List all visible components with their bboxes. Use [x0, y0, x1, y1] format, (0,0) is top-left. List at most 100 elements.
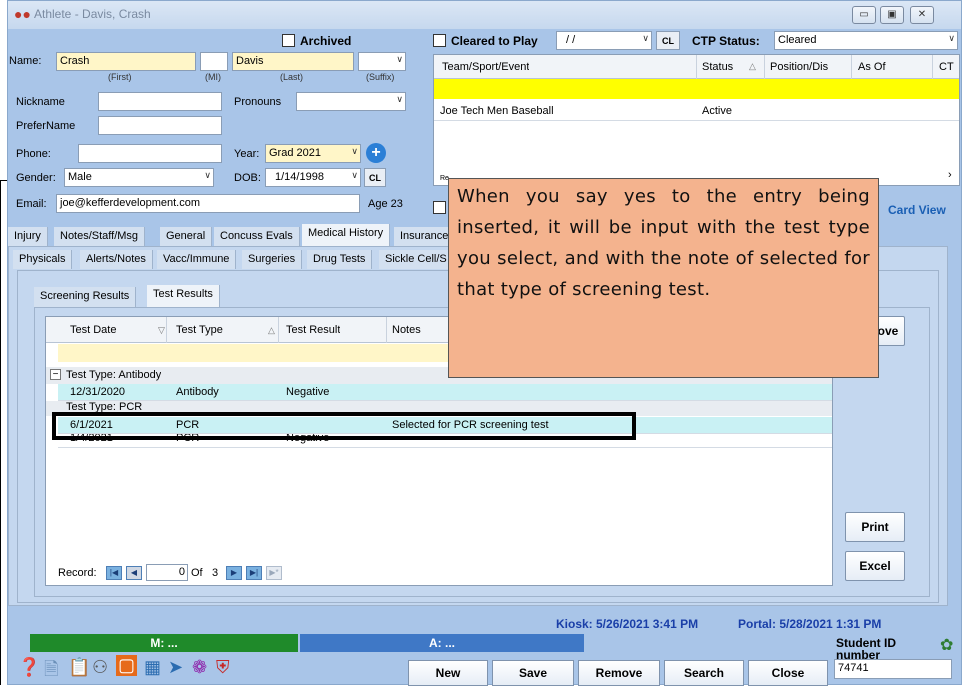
table-row[interactable]: Joe Tech Men Baseball Active [434, 101, 959, 121]
next-record-icon[interactable]: ▶ [226, 566, 242, 580]
chevron-down-icon: ∨ [948, 33, 955, 43]
last-record-icon[interactable]: ▶| [246, 566, 262, 580]
tab-concuss-evals[interactable]: Concuss Evals [214, 227, 300, 246]
close-window-button[interactable]: ✕ [910, 6, 934, 24]
nickname-field[interactable] [98, 92, 222, 111]
dob-clear-button[interactable]: CL [364, 168, 386, 187]
as-of-col-header[interactable]: As Of [858, 61, 886, 73]
col-divider [932, 55, 933, 79]
cleared-date-field[interactable]: / / ∨ [556, 31, 652, 50]
chevron-down-icon: ∨ [351, 146, 358, 156]
student-id-label: Student ID number [836, 637, 896, 659]
archived-checkbox[interactable] [282, 34, 295, 47]
tab-test-results[interactable]: Test Results [147, 285, 220, 307]
chevron-down-icon: ∨ [396, 54, 403, 64]
minimize-button[interactable]: ▭ [852, 6, 876, 24]
window-title: Athlete - Davis, Crash [34, 7, 151, 21]
calendar-icon[interactable]: ▦ [144, 657, 161, 678]
year-value: Grad 2021 [269, 147, 321, 159]
tab-injury[interactable]: Injury [8, 227, 48, 246]
pronouns-select[interactable]: ∨ [296, 92, 406, 111]
help-icon[interactable]: ❓ [18, 657, 40, 678]
email-field[interactable]: joe@kefferdevelopment.com [56, 194, 360, 213]
a-status-bar[interactable]: A: ... [300, 634, 584, 652]
ct-col-header[interactable]: CT [939, 61, 954, 73]
tab-insurance[interactable]: Insurance [394, 227, 456, 246]
frame-line [0, 180, 1, 685]
team-grid: Team/Sport/Event Status △ Position/Dis A… [433, 54, 960, 186]
last-name-field[interactable]: Davis [232, 52, 354, 71]
gender-select[interactable]: Male ∨ [64, 168, 214, 187]
cleared-to-play-label: Cleared to Play [451, 34, 538, 48]
sort-asc-icon: △ [268, 325, 275, 335]
test-result-col-header[interactable]: Test Result [286, 324, 340, 336]
sort-desc-icon: ▽ [158, 325, 165, 335]
people-icon[interactable]: ⚇ [92, 657, 108, 678]
globe-icon[interactable]: ✿ [940, 635, 953, 655]
print-button[interactable]: Print [845, 512, 905, 542]
record-number-field[interactable]: 0 [146, 564, 188, 581]
status-col-header[interactable]: Status [702, 61, 733, 73]
remove-button[interactable]: Remove [578, 660, 660, 686]
suffix-select[interactable]: ∨ [358, 52, 406, 71]
year-select[interactable]: Grad 2021 ∨ [265, 144, 361, 163]
package-icon[interactable]: ▢ [116, 655, 138, 676]
prefername-field[interactable] [98, 116, 222, 135]
title-bar: ●● Athlete - Davis, Crash ▭ ▣ ✕ [8, 1, 961, 29]
pronouns-label: Pronouns [234, 96, 282, 108]
scroll-right-icon[interactable]: › [948, 169, 952, 181]
add-icon[interactable]: + [366, 143, 386, 163]
test-type-cell: Antibody [176, 386, 219, 398]
col-divider [278, 317, 279, 343]
year-label: Year: [234, 148, 260, 160]
notes-col-header[interactable]: Notes [392, 324, 421, 336]
sort-asc-icon: △ [749, 61, 756, 71]
search-button[interactable]: Search [664, 660, 744, 686]
tab-sickle-cell[interactable]: Sickle Cell/S [379, 250, 454, 269]
new-record-icon[interactable]: ▶* [266, 566, 282, 580]
position-col-header[interactable]: Position/Dis [770, 61, 828, 73]
flower-icon[interactable]: ❁ [192, 657, 207, 678]
cleared-to-play-checkbox[interactable] [433, 34, 446, 47]
shield-icon[interactable]: ⛨ [216, 657, 230, 678]
table-row[interactable]: 12/31/2020 Antibody Negative [58, 384, 832, 401]
tab-medical-history[interactable]: Medical History [302, 224, 391, 246]
tab-screening-results[interactable]: Screening Results [34, 287, 137, 307]
student-id-field[interactable]: 74741 [834, 659, 952, 679]
test-type-col-header[interactable]: Test Type [176, 324, 223, 336]
team-cell: Joe Tech Men Baseball [440, 105, 554, 117]
card-view-button[interactable]: Card View [888, 203, 946, 217]
tab-vacc-immune[interactable]: Vacc/Immune [157, 250, 237, 269]
test-date-col-header[interactable]: Test Date [70, 324, 116, 336]
tab-general[interactable]: General [160, 227, 213, 246]
maximize-button[interactable]: ▣ [880, 6, 904, 24]
tab-alerts-notes[interactable]: Alerts/Notes [80, 250, 153, 269]
first-name-field[interactable]: Crash [56, 52, 196, 71]
tab-drug-tests[interactable]: Drug Tests [307, 250, 373, 269]
tab-physicals[interactable]: Physicals [13, 250, 73, 269]
dob-field[interactable]: 1/14/1998 ∨ [265, 168, 361, 187]
team-col-header[interactable]: Team/Sport/Event [442, 61, 529, 73]
clipboard-icon[interactable]: 📋 [68, 657, 90, 678]
collapse-toggle-icon[interactable]: − [50, 369, 61, 380]
cleared-clear-button[interactable]: CL [656, 31, 680, 50]
tab-surgeries[interactable]: Surgeries [242, 250, 303, 269]
close-button[interactable]: Close [748, 660, 828, 686]
cleared-date-value: / / [566, 34, 576, 46]
main-tab-strip: Injury Notes/Staff/Msg General Concuss E… [8, 224, 463, 246]
new-row-yellow[interactable] [434, 79, 959, 99]
prev-record-icon[interactable]: ◀ [126, 566, 142, 580]
tab-notes-staff-msg[interactable]: Notes/Staff/Msg [54, 227, 146, 246]
first-record-icon[interactable]: |◀ [106, 566, 122, 580]
excel-button[interactable]: Excel [845, 551, 905, 581]
clearance-option-checkbox[interactable] [433, 201, 446, 214]
archived-label: Archived [300, 34, 352, 48]
middle-initial-field[interactable] [200, 52, 228, 71]
save-button[interactable]: Save [492, 660, 574, 686]
paper-plane-icon[interactable]: ➤ [168, 657, 183, 678]
m-status-bar[interactable]: M: ... [30, 634, 298, 652]
ctp-status-select[interactable]: Cleared ∨ [774, 31, 958, 50]
document-icon[interactable]: 🗎 [44, 657, 58, 687]
phone-field[interactable] [78, 144, 222, 163]
new-button[interactable]: New [408, 660, 488, 686]
